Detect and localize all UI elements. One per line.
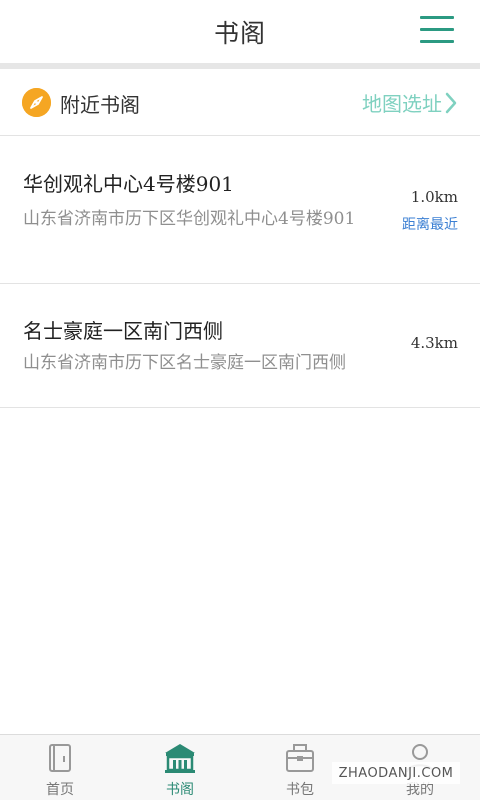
- tab-home[interactable]: 首页: [0, 735, 120, 800]
- library-item[interactable]: 华创观礼中心4号楼901 山东省济南市历下区华创观礼中心4号楼901 1.0km…: [0, 137, 480, 284]
- menu-icon[interactable]: [420, 16, 454, 44]
- library-name: 名士豪庭一区南门西侧: [23, 319, 223, 343]
- library-item[interactable]: 名士豪庭一区南门西侧 山东省济南市历下区名士豪庭一区南门西侧 4.3km: [0, 284, 480, 408]
- library-address: 山东省济南市历下区华创观礼中心4号楼901: [23, 209, 356, 229]
- tab-label: 书包: [286, 782, 314, 798]
- library-distance: 4.3km: [410, 334, 458, 352]
- nearby-label: 附近书阁: [60, 93, 140, 117]
- tab-label: 首页: [46, 782, 74, 798]
- page-title: 书阁: [213, 18, 266, 48]
- library-address: 山东省济南市历下区名士豪庭一区南门西侧: [23, 353, 346, 373]
- watermark: ZHAODANJI.COM: [332, 762, 460, 784]
- chevron-right-icon: [445, 92, 457, 113]
- home-book-icon: [43, 741, 77, 775]
- tab-library[interactable]: 书阁: [120, 735, 240, 800]
- top-header: 书阁: [0, 0, 480, 63]
- tab-label: 书阁: [166, 782, 194, 798]
- bag-icon: [283, 741, 317, 775]
- nearest-tag: 距离最近: [402, 217, 458, 233]
- compass-icon: [22, 88, 51, 117]
- nearby-bar: 附近书阁 地图选址: [0, 69, 480, 136]
- map-pick-label: 地图选址: [362, 92, 442, 116]
- library-list: 华创观礼中心4号楼901 山东省济南市历下区华创观礼中心4号楼901 1.0km…: [0, 137, 480, 408]
- library-icon: [163, 741, 197, 775]
- map-pick-button[interactable]: 地图选址: [362, 88, 458, 117]
- library-distance: 1.0km: [410, 188, 458, 206]
- library-name: 华创观礼中心4号楼901: [23, 172, 234, 196]
